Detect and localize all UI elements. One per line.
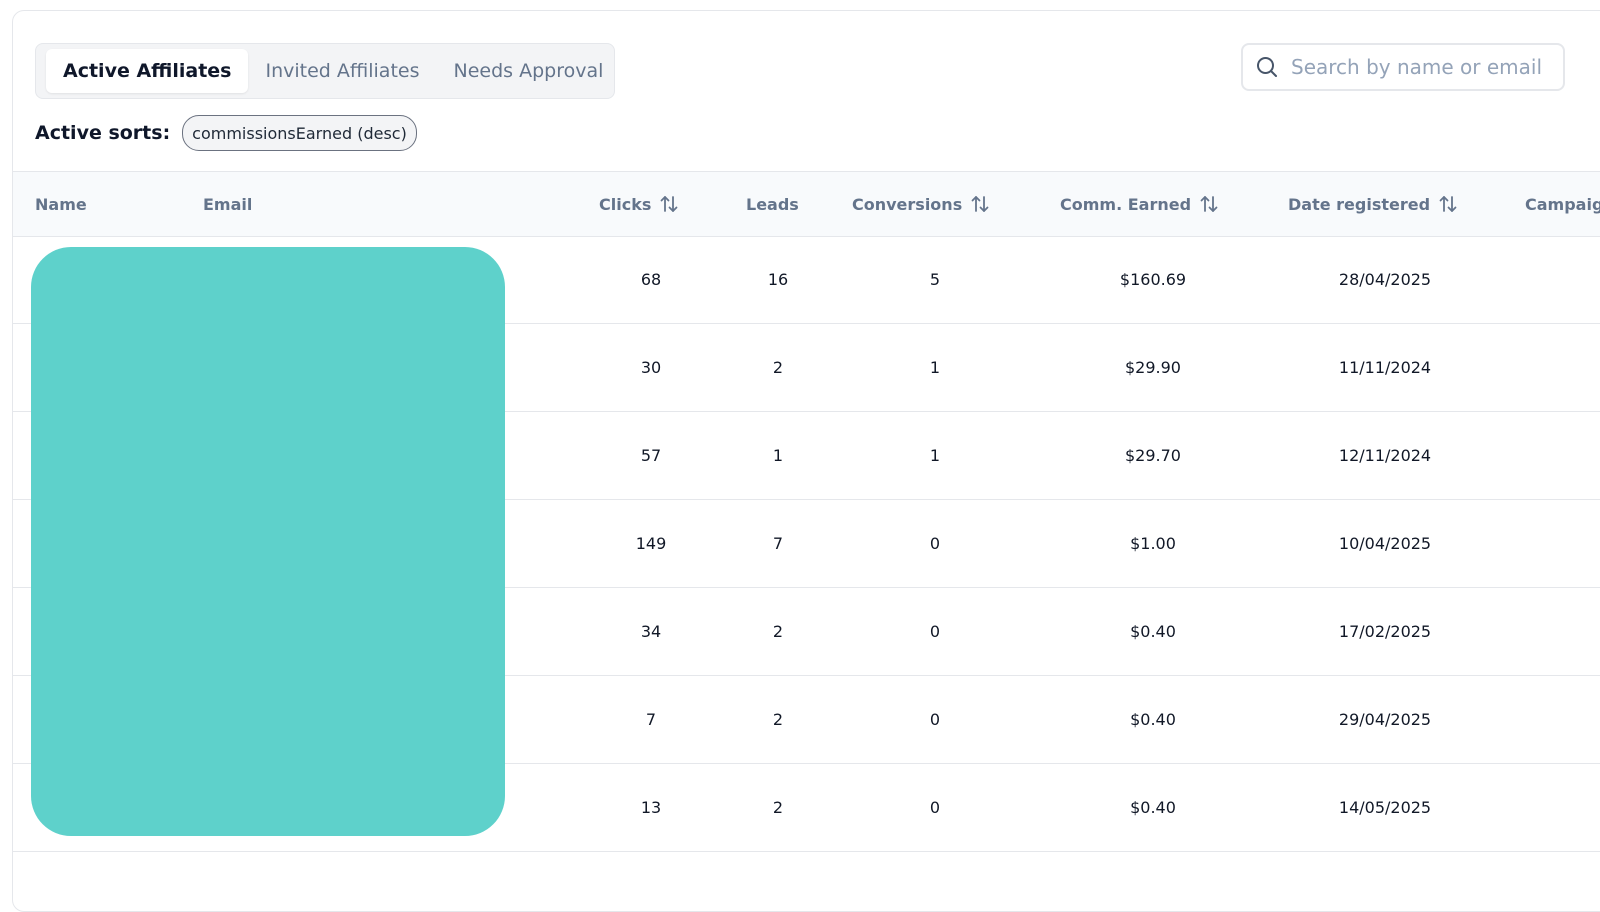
comm-earned-cell: $0.40 [1130,798,1176,817]
redaction-overlay [31,247,505,836]
conversions-cell: 0 [929,534,941,553]
affiliate-tabs: Active Affiliates Invited Affiliates Nee… [35,43,615,99]
comm-earned-cell: $29.90 [1125,358,1181,377]
affiliates-panel: Active Affiliates Invited Affiliates Nee… [12,10,1600,912]
comm-earned-cell: $29.70 [1125,446,1181,465]
header-leads[interactable]: Leads [746,172,799,236]
header-email[interactable]: Email [203,172,252,236]
conversions-cell: 1 [929,358,941,377]
clicks-cell: 149 [635,534,667,553]
leads-cell: 2 [772,358,784,377]
date-registered-cell: 11/11/2024 [1338,358,1432,377]
conversions-cell: 1 [929,446,941,465]
leads-cell: 7 [772,534,784,553]
header-conversions[interactable]: Conversions [852,172,990,236]
active-sorts-label: Active sorts: [35,122,171,144]
leads-cell: 1 [772,446,784,465]
search-icon [1257,57,1277,77]
comm-earned-cell: $0.40 [1130,710,1176,729]
sort-arrows-icon[interactable] [1199,194,1219,214]
clicks-cell: 13 [640,798,662,817]
header-date-registered[interactable]: Date registered [1288,172,1458,236]
search-box[interactable] [1241,43,1565,91]
header-name-label: Name [35,194,87,214]
header-campaign[interactable]: Campaign [1525,172,1600,236]
conversions-cell: 5 [929,270,941,289]
header-comm-earned-label: Comm. Earned [1060,194,1192,214]
date-registered-cell: 12/11/2024 [1338,446,1432,465]
date-registered-cell: 10/04/2025 [1338,534,1432,553]
comm-earned-cell: $1.00 [1130,534,1176,553]
clicks-cell: 68 [640,270,662,289]
date-registered-cell: 14/05/2025 [1338,798,1432,817]
date-registered-cell: 28/04/2025 [1338,270,1432,289]
search-input[interactable] [1291,55,1551,79]
active-sorts: Active sorts: commissionsEarned (desc) [35,115,417,151]
conversions-cell: 0 [929,798,941,817]
clicks-cell: 34 [640,622,662,641]
clicks-cell: 57 [640,446,662,465]
sort-arrows-icon[interactable] [659,194,679,214]
leads-cell: 2 [772,798,784,817]
table-header: Name Email Clicks Leads Conversions Comm… [13,171,1600,237]
sort-arrows-icon[interactable] [1438,194,1458,214]
header-email-label: Email [203,194,253,214]
header-clicks-label: Clicks [599,194,652,214]
comm-earned-cell: $160.69 [1119,270,1187,289]
header-date-registered-label: Date registered [1288,194,1431,214]
date-registered-cell: 29/04/2025 [1338,710,1432,729]
tab-invited-affiliates[interactable]: Invited Affiliates [248,49,436,93]
leads-cell: 2 [772,710,784,729]
date-registered-cell: 17/02/2025 [1338,622,1432,641]
leads-cell: 2 [772,622,784,641]
header-leads-label: Leads [746,194,799,214]
leads-cell: 16 [767,270,789,289]
tab-active-affiliates[interactable]: Active Affiliates [46,49,249,93]
header-campaign-label: Campaign [1525,194,1600,214]
clicks-cell: 7 [645,710,657,729]
sort-chip[interactable]: commissionsEarned (desc) [182,115,417,151]
conversions-cell: 0 [929,710,941,729]
header-clicks[interactable]: Clicks [599,172,679,236]
sort-arrows-icon[interactable] [970,194,990,214]
clicks-cell: 30 [640,358,662,377]
header-name[interactable]: Name [35,172,87,236]
header-comm-earned[interactable]: Comm. Earned [1060,172,1219,236]
conversions-cell: 0 [929,622,941,641]
comm-earned-cell: $0.40 [1130,622,1176,641]
tab-needs-approval[interactable]: Needs Approval [436,49,620,93]
header-conversions-label: Conversions [852,194,963,214]
